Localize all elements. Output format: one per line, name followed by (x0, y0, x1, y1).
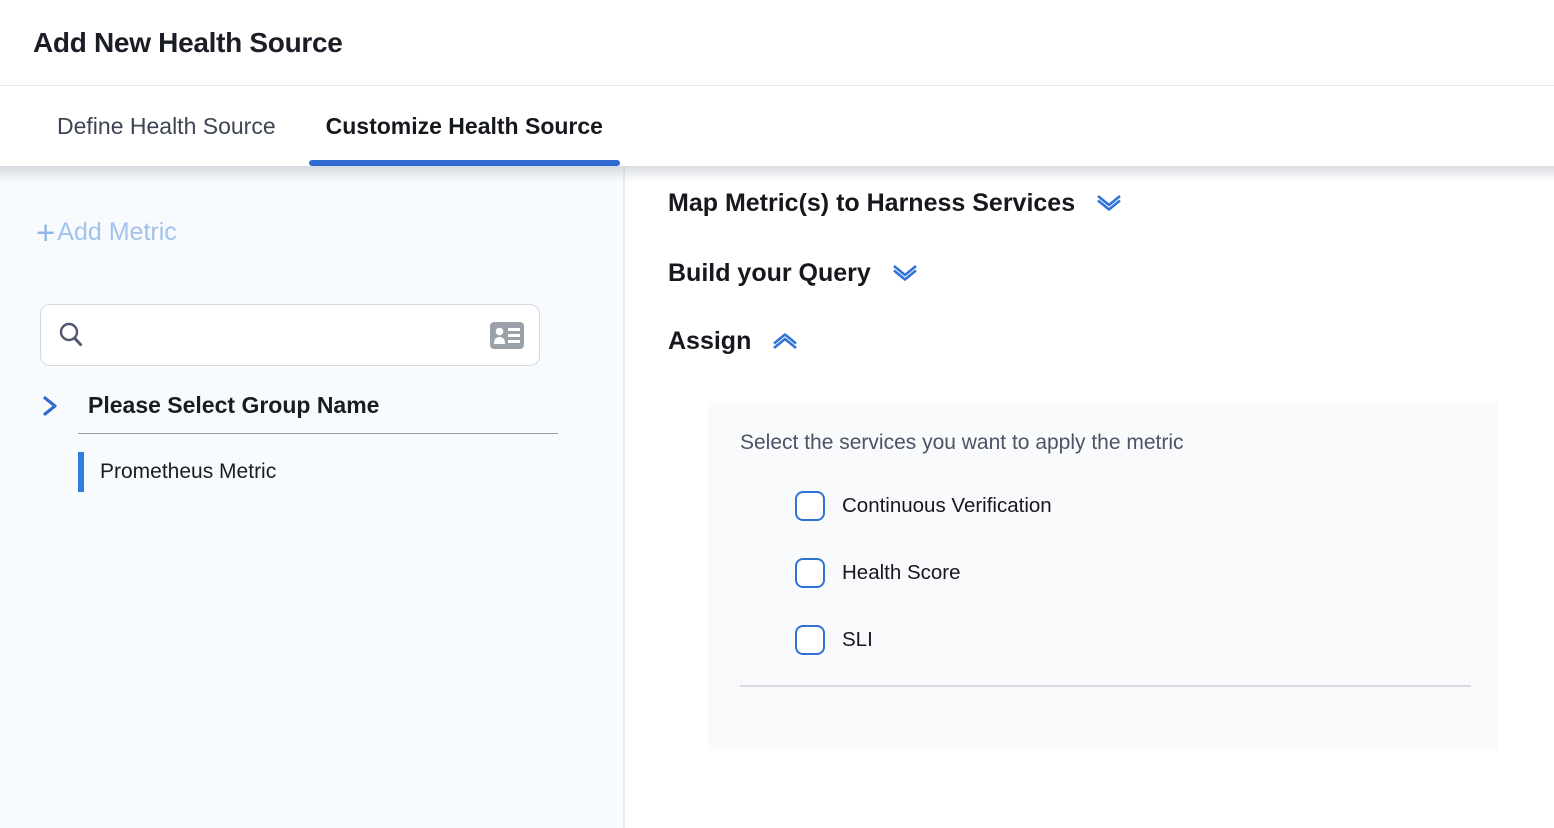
section-map-metrics-to-harness-services[interactable]: Map Metric(s) to Harness Services (668, 188, 1125, 218)
section-build-your-query[interactable]: Build your Query (668, 258, 921, 288)
tab-bar: Define Health Source Customize Health So… (0, 87, 1554, 166)
assign-services-panel: Select the services you want to apply th… (708, 401, 1497, 751)
tab-label: Customize Health Source (326, 113, 603, 140)
search-icon (56, 320, 86, 350)
metrics-sidebar: + Add Metric (0, 166, 625, 828)
metric-item-label: Prometheus Metric (100, 460, 276, 484)
option-health-score[interactable]: Health Score (795, 556, 961, 590)
group-divider (78, 433, 558, 434)
option-label: Continuous Verification (842, 494, 1052, 518)
search-input[interactable] (98, 305, 490, 365)
tab-label: Define Health Source (57, 113, 276, 140)
chevron-down-icon[interactable] (889, 261, 921, 285)
option-label: SLI (842, 628, 873, 652)
continuous-verification-checkbox[interactable] (795, 491, 825, 521)
customize-health-source-panel: Map Metric(s) to Harness Services Build … (625, 166, 1554, 828)
page-title: Add New Health Source (33, 27, 343, 59)
tab-customize-health-source[interactable]: Customize Health Source (309, 87, 620, 166)
add-metric-button[interactable]: + Add Metric (36, 218, 177, 247)
group-header-please-select-group-name[interactable]: Please Select Group Name (42, 392, 379, 419)
sli-checkbox[interactable] (795, 625, 825, 655)
section-label: Build your Query (668, 259, 871, 288)
dialog-header: Add New Health Source (0, 0, 1554, 86)
metric-search-box (40, 304, 540, 366)
panel-divider (740, 685, 1471, 687)
group-header-label: Please Select Group Name (88, 392, 379, 419)
assign-panel-prompt: Select the services you want to apply th… (740, 431, 1184, 455)
option-continuous-verification[interactable]: Continuous Verification (795, 489, 1052, 523)
chevron-down-icon[interactable] (1093, 191, 1125, 215)
chevron-right-icon[interactable] (42, 394, 58, 418)
health-score-checkbox[interactable] (795, 558, 825, 588)
tab-define-health-source[interactable]: Define Health Source (40, 87, 293, 166)
option-sli[interactable]: SLI (795, 623, 873, 657)
section-label: Map Metric(s) to Harness Services (668, 189, 1075, 218)
contact-card-icon[interactable] (490, 322, 524, 349)
content-area: + Add Metric (0, 166, 1554, 828)
add-metric-label: Add Metric (57, 218, 176, 247)
chevron-up-icon[interactable] (769, 329, 801, 353)
section-label: Assign (668, 327, 751, 356)
option-label: Health Score (842, 561, 961, 585)
metric-list-item-prometheus-metric[interactable]: Prometheus Metric (78, 452, 558, 492)
plus-icon: + (36, 219, 55, 247)
add-health-source-dialog: Add New Health Source Define Health Sour… (0, 0, 1554, 828)
section-assign[interactable]: Assign (668, 326, 801, 356)
